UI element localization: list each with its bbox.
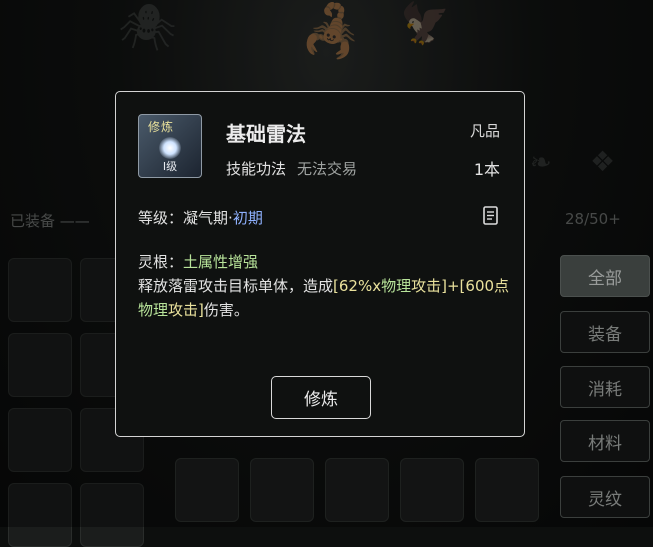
root-value: 土属性增强 [183,253,259,271]
desc-bracket-2: [600点 [459,277,510,295]
train-button[interactable]: 修炼 [271,376,371,419]
level-stage: 初期 [232,209,263,227]
lightning-orb-icon [159,137,181,159]
desc-attack-1: 攻击] [411,277,447,295]
desc-text-2: 伤害。 [203,301,249,319]
root-label: 灵根： [138,253,184,271]
desc-text-1: 释放落雷攻击目标单体，造成 [138,277,334,295]
desc-physical-1: 物理 [381,277,412,295]
skill-description: 释放落雷攻击目标单体，造成[62%x物理攻击]+[600点物理攻击]伤害。 [138,274,518,322]
item-detail-dialog: 修炼 I级 基础雷法 凡品 技能功法 无法交易 1本 等级：凝气期·初期 灵根：… [115,91,525,437]
desc-physical-2: 物理 [138,301,169,319]
level-label: 等级： [138,209,184,227]
spirit-root-line: 灵根：土属性增强 [138,251,258,272]
level-realm: 凝气期 [183,209,229,227]
item-rarity: 凡品 [469,122,500,140]
icon-tag: 修炼 [148,120,175,134]
scroll-icon[interactable] [482,206,500,226]
item-name: 基础雷法 [226,122,306,146]
item-count: 1本 [473,160,500,179]
desc-plus: + [446,277,460,295]
item-type: 技能功法 [226,160,287,178]
icon-level: I级 [162,160,178,173]
item-icon: 修炼 I级 [138,114,202,178]
desc-attack-2: 攻击] [168,301,204,319]
desc-bracket-1: [62%x [333,277,382,295]
trade-status: 无法交易 [297,160,358,178]
level-line: 等级：凝气期·初期 [138,207,263,228]
